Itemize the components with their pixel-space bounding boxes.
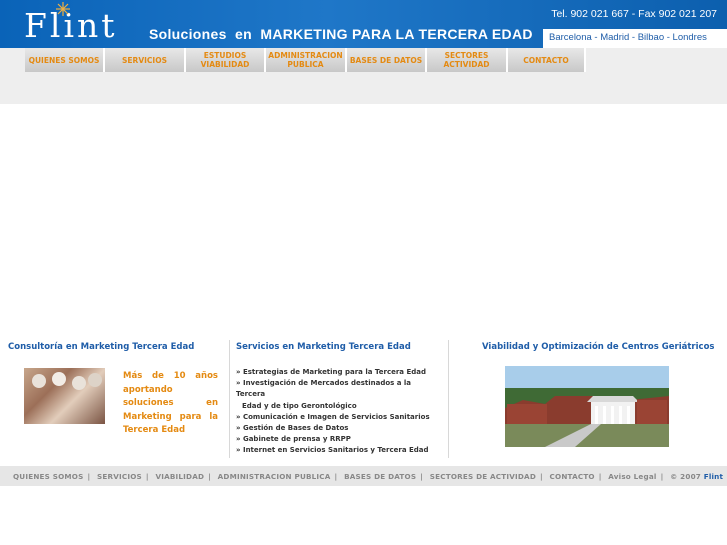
footer-link-administracion[interactable]: ADMINISTRACION PUBLICA [218,472,331,481]
consultoria-title[interactable]: Consultoría en Marketing Tercera Edad [8,342,194,352]
list-item[interactable]: » Comunicación e Imagen de Servicios San… [236,412,436,423]
tagline-main: MARKETING PARA LA TERCERA EDAD [260,26,533,42]
footer-separator: | [660,472,664,481]
list-item[interactable]: » Gabinete de prensa y RRPP [236,434,436,445]
footer-separator: | [420,472,424,481]
copyright: © 2007 [670,472,701,481]
footer-separator: | [145,472,149,481]
footer-link-viabilidad[interactable]: VIABILIDAD [155,472,204,481]
footer-brand[interactable]: Flint [704,472,723,481]
footer-link-bases-datos[interactable]: BASES DE DATOS [344,472,416,481]
nav-bases-de-datos[interactable]: BASES DE DATOS [347,48,427,72]
list-item[interactable]: » Estrategias de Marketing para la Terce… [236,367,436,378]
footer-link-sectores[interactable]: SECTORES DE ACTIVIDAD [430,472,536,481]
list-item[interactable]: » Gestión de Bases de Datos [236,423,436,434]
footer-separator: | [540,472,543,481]
footer-link-servicios[interactable]: SERVICIOS [97,472,142,481]
column-divider [229,340,230,458]
phone-fax: Tel. 902 021 667 - Fax 902 021 207 [551,8,717,20]
footer-link-quienes-somos[interactable]: QUIENES SOMOS [13,472,83,481]
tagline-prefix: Soluciones en [149,26,261,42]
list-item[interactable]: Edad y de tipo Gerontológico [236,401,436,412]
footer-separator: | [208,472,211,481]
list-item[interactable]: » Investigación de Mercados destinados a… [236,378,436,400]
flint-logo[interactable]: Flint [24,8,118,44]
footer-link-aviso-legal[interactable]: Aviso Legal [608,472,656,481]
nav-contacto[interactable]: CONTACTO [508,48,586,72]
viabilidad-title[interactable]: Viabilidad y Optimización de Centros Ger… [482,342,714,352]
tagline: Soluciones en MARKETING PARA LA TERCERA … [149,26,533,42]
nav-administracion-publica[interactable]: ADMINISTRACION PUBLICA [266,48,347,72]
nav-estudios-viabilidad[interactable]: ESTUDIOS VIABILIDAD [186,48,266,72]
nav-quienes-somos[interactable]: QUIENES SOMOS [25,48,105,72]
footer-separator: | [598,472,602,481]
footer-separator: | [87,472,91,481]
consultoria-text: Más de 10 años aportando soluciones en M… [123,371,218,435]
footer-links: QUIENES SOMOS | SERVICIOS | VIABILIDAD | AD… [13,472,723,481]
servicios-title[interactable]: Servicios en Marketing Tercera Edad [236,342,411,352]
servicios-list: » Estrategias de Marketing para la Terce… [236,367,436,457]
nav-sectores-actividad[interactable]: SECTORES ACTIVIDAD [427,48,508,72]
footer-link-contacto[interactable]: CONTACTO [550,472,595,481]
main-nav: QUIENES SOMOS SERVICIOS ESTUDIOS VIABILI… [25,48,586,72]
nav-servicios[interactable]: SERVICIOS [105,48,186,72]
cities: Barcelona - Madrid - Bilbao - Londres [549,32,707,43]
geriatric-center-photo [505,366,669,447]
column-divider [448,340,449,458]
seniors-photo [24,368,105,424]
star-icon [56,2,70,16]
footer-separator: | [334,472,338,481]
list-item[interactable]: » Internet en Servicios Sanitarios y Ter… [236,445,436,456]
